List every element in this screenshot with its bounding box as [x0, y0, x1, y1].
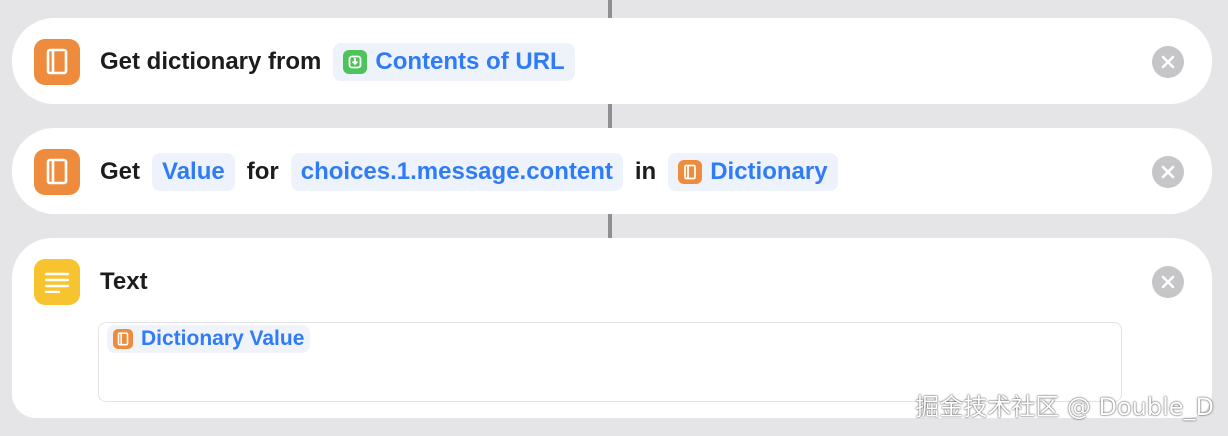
close-icon: [1161, 165, 1175, 179]
action-title: Text: [100, 268, 148, 295]
dictionary-value-token[interactable]: Dictionary Value: [107, 325, 311, 353]
text-lines-icon: [34, 259, 80, 305]
value-mode-token[interactable]: Value: [152, 153, 235, 191]
token-label: Contents of URL: [375, 48, 565, 75]
url-contents-icon: [343, 50, 368, 74]
action-get-dictionary-value[interactable]: Get Value for choices.1.message.content …: [12, 128, 1212, 214]
dictionary-book-icon: [678, 160, 703, 184]
dictionary-book-icon: [113, 329, 133, 349]
action-row: Get dictionary from Contents of URL: [34, 38, 575, 86]
remove-action-button[interactable]: [1152, 156, 1184, 188]
action-label-for: for: [246, 158, 279, 185]
token-label: Dictionary: [710, 158, 828, 185]
dictionary-book-icon: [34, 149, 80, 195]
close-icon: [1161, 275, 1175, 289]
token-label: Dictionary Value: [141, 327, 305, 350]
action-row: Get Value for choices.1.message.content …: [34, 148, 838, 196]
flow-connector-2-3: [608, 214, 612, 238]
watermark: 掘金技术社区 @ Double_D: [915, 393, 1214, 421]
action-label: Get dictionary from: [100, 48, 322, 75]
action-label-get: Get: [100, 158, 141, 185]
remove-action-button[interactable]: [1152, 46, 1184, 78]
dictionary-book-icon: [34, 39, 80, 85]
key-token[interactable]: choices.1.message.content: [290, 153, 623, 191]
dictionary-token[interactable]: Dictionary: [668, 153, 838, 191]
action-row: Text: [34, 258, 148, 306]
contents-of-url-token[interactable]: Contents of URL: [333, 43, 575, 81]
action-get-dictionary[interactable]: Get dictionary from Contents of URL: [12, 18, 1212, 104]
flow-connector-1-2: [608, 104, 612, 128]
close-icon: [1161, 55, 1175, 69]
action-label-in: in: [634, 158, 657, 185]
remove-action-button[interactable]: [1152, 266, 1184, 298]
flow-connector-top: [608, 0, 612, 18]
